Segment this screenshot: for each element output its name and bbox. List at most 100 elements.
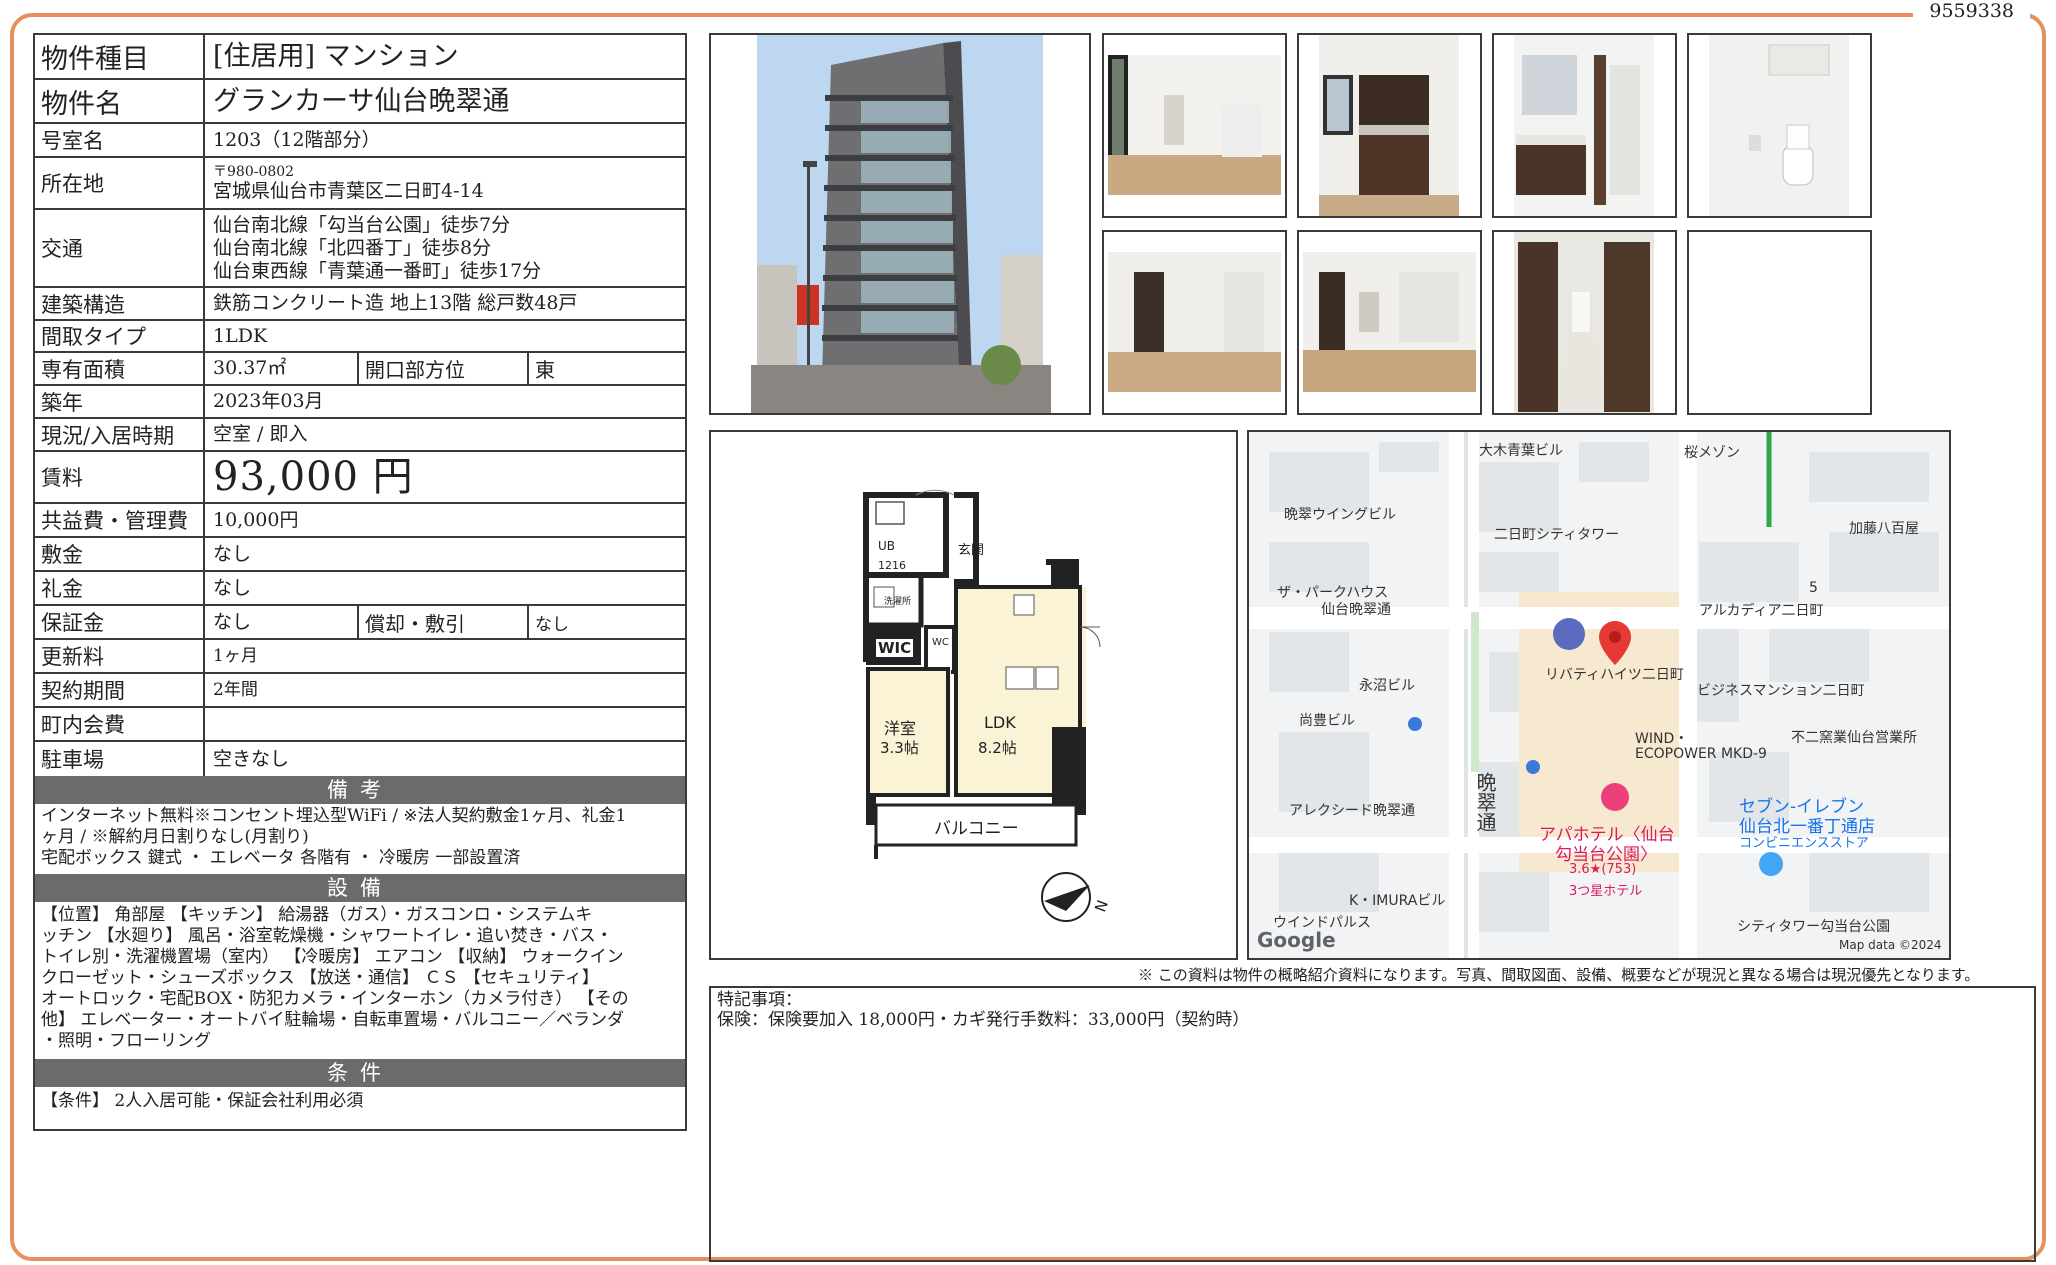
value-direction: 東 — [527, 353, 685, 384]
google-logo: Google — [1257, 928, 1336, 952]
equipment-line: 【位置】 角部屋 【キッチン】 給湯器（ガス）・ガスコンロ・システムキ — [41, 905, 593, 925]
label-built: 築年 — [35, 386, 205, 417]
row-rent: 賃料 93,000 円 — [35, 452, 685, 504]
map-label: アレクシード晩翠通 — [1289, 803, 1415, 819]
zip-code: 〒980-0802 — [213, 163, 295, 180]
label-keymoney: 礼金 — [35, 572, 205, 604]
label-type: 物件種目 — [35, 35, 205, 78]
map-poi-label: コンビニエンスストア — [1739, 836, 1869, 851]
row-term: 契約期間 2年間 — [35, 674, 685, 708]
conditions-text: 【条件】 2人入居可能・保証会社利用必須 — [41, 1091, 364, 1111]
label-structure: 建築構造 — [35, 288, 205, 319]
label-fee: 共益費・管理費 — [35, 504, 205, 536]
document-id: 9559338 — [1913, 0, 2030, 22]
label-name: 物件名 — [35, 80, 205, 122]
conditions-band: 条件 — [35, 1059, 685, 1087]
interior-photo-7 — [1492, 230, 1677, 415]
property-info-table: 物件種目 [住居用] マンション 物件名 グランカーサ仙台晩翠通 号室名 120… — [33, 33, 687, 1131]
map-label: ビジネスマンション二日町 — [1697, 683, 1865, 699]
map-poi-label: 3つ星ホテル — [1569, 884, 1643, 899]
equipment-line: ・照明・フローリング — [41, 1031, 211, 1051]
wic-label: WIC — [876, 639, 914, 657]
row-built: 築年 2023年03月 — [35, 386, 685, 419]
value-fee: 10,000円 — [213, 508, 299, 531]
remarks-line: ヶ月 / ※解約月日割りなし(月割り) — [41, 827, 309, 847]
interior-photo-2 — [1297, 33, 1482, 218]
map-label: アルカディア二日町 — [1699, 603, 1824, 619]
map-label: 桜メゾン — [1684, 445, 1740, 461]
toilet-image — [1709, 35, 1849, 216]
row-status: 現況/入居時期 空室 / 即入 — [35, 419, 685, 452]
label-area: 専有面積 — [35, 353, 205, 384]
washing-label: 洗濯所 — [884, 597, 912, 607]
label-access: 交通 — [35, 210, 205, 286]
value-term: 2年間 — [213, 679, 258, 700]
label-term: 契約期間 — [35, 674, 205, 706]
value-keymoney: なし — [213, 576, 252, 599]
value-renewal: 1ヶ月 — [213, 645, 258, 666]
hallway-image — [1514, 232, 1654, 413]
label-amortization: 償却・敷引 — [357, 606, 527, 638]
label-association: 町内会費 — [35, 708, 205, 740]
map-label: 大木青葉ビル — [1479, 443, 1563, 459]
remarks-text: インターネット無料※コンセント埋込型WiFi / ※法人契約敷金1ヶ月、礼金1 … — [41, 806, 677, 869]
address-line: 宮城県仙台市青葉区二日町4-14 — [213, 179, 484, 202]
map-label: 尚豊ビル — [1299, 713, 1355, 729]
room-image — [1108, 55, 1281, 195]
label-layout: 間取タイプ — [35, 321, 205, 351]
map-label: 仙台晩翠通 — [1321, 602, 1391, 618]
building-exterior-image — [711, 35, 1089, 413]
label-renewal: 更新料 — [35, 640, 205, 672]
label-deposit: 敷金 — [35, 538, 205, 570]
wc-label: WC — [932, 637, 949, 648]
location-map: 大木青葉ビル 桜メゾン 晩翠ウイングビル 二日町シティタワー 加藤八百屋 ザ・パ… — [1247, 430, 1951, 960]
floor-plan-drawing: UB 1216 玄関 洗濯所 WIC WC 洋室 3.3帖 LDK 8.2帖 バ… — [856, 487, 1106, 887]
row-deposit: 敷金 なし — [35, 538, 685, 572]
access-line: 仙台南北線「勾当台公園」徒歩7分 — [213, 213, 511, 236]
value-rent: 93,000 円 — [213, 453, 414, 500]
kitchen-image — [1319, 35, 1459, 216]
interior-photo-1 — [1102, 33, 1287, 218]
value-deposit: なし — [213, 542, 252, 565]
row-renewal: 更新料 1ヶ月 — [35, 640, 685, 674]
western-room-label: 洋室 — [884, 719, 917, 738]
value-status: 空室 / 即入 — [213, 423, 308, 445]
equipment-line: トイレ別・洗濯機置場（室内） 【冷暖房】 エアコン 【収納】 ウォークイン — [41, 947, 624, 967]
label-parking: 駐車場 — [35, 742, 205, 776]
row-association: 町内会費 — [35, 708, 685, 742]
row-room: 号室名 1203（12階部分） — [35, 124, 685, 158]
row-guarantee: 保証金 なし 償却・敷引 なし — [35, 606, 685, 640]
interior-photo-5 — [1102, 230, 1287, 415]
special-notes-line: 保険：保険要加入 18,000円・カギ発行手数料：33,000円（契約時） — [717, 1010, 1250, 1030]
value-room: 1203（12階部分） — [213, 128, 381, 151]
access-line: 仙台東西線「青葉通一番町」徒歩17分 — [213, 259, 542, 282]
ub-label: UB — [878, 539, 896, 553]
washroom-image — [1514, 35, 1654, 216]
map-label: 永沼ビル — [1359, 678, 1415, 694]
interior-photo-3 — [1492, 33, 1677, 218]
building-exterior-photo — [709, 33, 1091, 415]
access-line: 仙台南北線「北四番丁」徒歩8分 — [213, 236, 492, 259]
row-address: 所在地 〒980-0802 宮城県仙台市青葉区二日町4-14 — [35, 158, 685, 210]
disclaimer-text: ※ この資料は物件の概略紹介資料になります。写真、間取図面、設備、概要などが現況… — [1138, 966, 1980, 984]
label-room: 号室名 — [35, 124, 205, 156]
value-parking: 空きなし — [213, 747, 290, 770]
row-name: 物件名 グランカーサ仙台晩翠通 — [35, 80, 685, 124]
ldk-label: LDK — [984, 713, 1016, 732]
map-label: 加藤八百屋 — [1849, 521, 1919, 537]
remarks-band: 備考 — [35, 776, 685, 804]
remarks-line: 宅配ボックス 鍵式 ・ エレベータ 各階有 ・ 冷暖房 一部設置済 — [41, 848, 521, 868]
western-room-size: 3.3帖 — [880, 739, 919, 757]
map-label: 晩翠ウイングビル — [1284, 507, 1396, 523]
value-type: [住居用] マンション — [213, 41, 459, 72]
map-label: ECOPOWER MKD-9 — [1635, 746, 1767, 762]
label-address: 所在地 — [35, 158, 205, 208]
label-status: 現況/入居時期 — [35, 419, 205, 450]
map-label: 二日町シティタワー — [1494, 527, 1620, 543]
value-guarantee: なし — [213, 610, 252, 633]
equipment-line: オートロック・宅配BOX・防犯カメラ・インターホン（カメラ付き） 【その — [41, 989, 629, 1009]
row-area: 専有面積 30.37㎡ 開口部方位 東 — [35, 353, 685, 386]
label-direction: 開口部方位 — [357, 353, 527, 384]
row-parking: 駐車場 空きなし — [35, 742, 685, 776]
empty-photo-slot — [1687, 230, 1872, 415]
